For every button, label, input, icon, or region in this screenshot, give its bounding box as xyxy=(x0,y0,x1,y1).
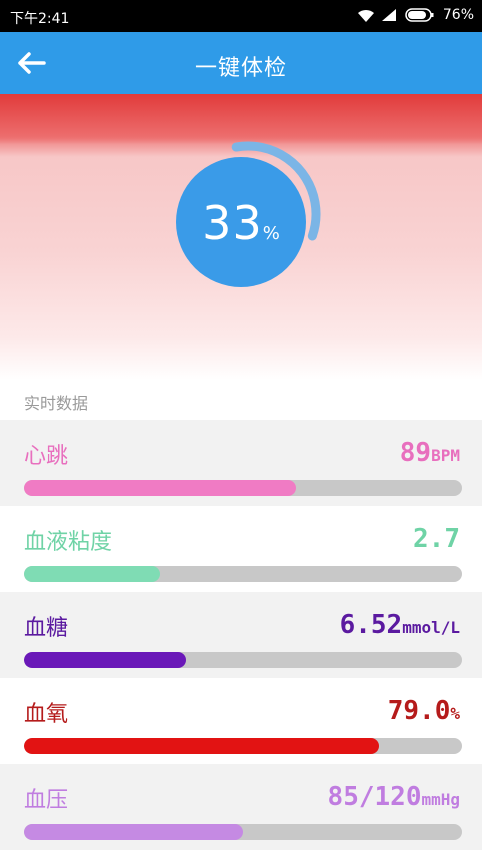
metric-bar-fill xyxy=(24,480,296,496)
progress-percent: 33% xyxy=(176,196,306,250)
metric-row-blood-sugar: 血糖 6.52mmol/L xyxy=(0,592,482,678)
metric-bar-fill xyxy=(24,824,243,840)
metric-label: 心跳 xyxy=(24,444,69,469)
metric-row-heart-rate: 心跳 89BPM xyxy=(0,420,482,506)
metric-bar xyxy=(24,824,462,840)
metric-row-blood-pressure: 血压 85/120mmHg xyxy=(0,764,482,850)
status-time: 下午2:41 xyxy=(10,11,70,27)
hero-top-band xyxy=(0,94,482,144)
metric-bar xyxy=(24,652,462,668)
status-icons: 76% xyxy=(357,7,474,23)
progress-value: 33 xyxy=(202,196,263,250)
metric-label: 血液粘度 xyxy=(24,530,113,555)
battery-icon xyxy=(405,8,435,22)
metric-value: 85/120mmHg xyxy=(327,782,460,812)
metric-bar-fill xyxy=(24,652,187,668)
metric-bar xyxy=(24,480,462,496)
status-bar: 下午2:41 76% xyxy=(0,0,482,32)
battery-percent: 76% xyxy=(442,7,474,23)
metric-value: 89BPM xyxy=(399,438,460,468)
metric-row-blood-oxygen: 血氧 79.0% xyxy=(0,678,482,764)
metric-bar xyxy=(24,566,462,582)
metric-value: 2.7 xyxy=(413,524,460,554)
metric-label: 血糖 xyxy=(24,616,69,641)
metric-label: 血氧 xyxy=(24,702,69,727)
metric-label: 血压 xyxy=(24,788,69,813)
metric-bar xyxy=(24,738,462,754)
wifi-icon xyxy=(357,9,374,22)
metric-bar-fill xyxy=(24,738,379,754)
page-title: 一键体检 xyxy=(194,56,287,81)
progress-unit: % xyxy=(262,223,280,244)
metric-bar-fill xyxy=(24,566,160,582)
signal-icon xyxy=(381,8,397,22)
metric-value: 6.52mmol/L xyxy=(339,610,460,640)
section-title: 实时数据 xyxy=(24,394,89,413)
metric-value: 79.0% xyxy=(387,696,460,726)
app-bar: 一键体检 xyxy=(0,32,482,94)
metric-row-blood-viscosity: 血液粘度 2.7 xyxy=(0,506,482,592)
